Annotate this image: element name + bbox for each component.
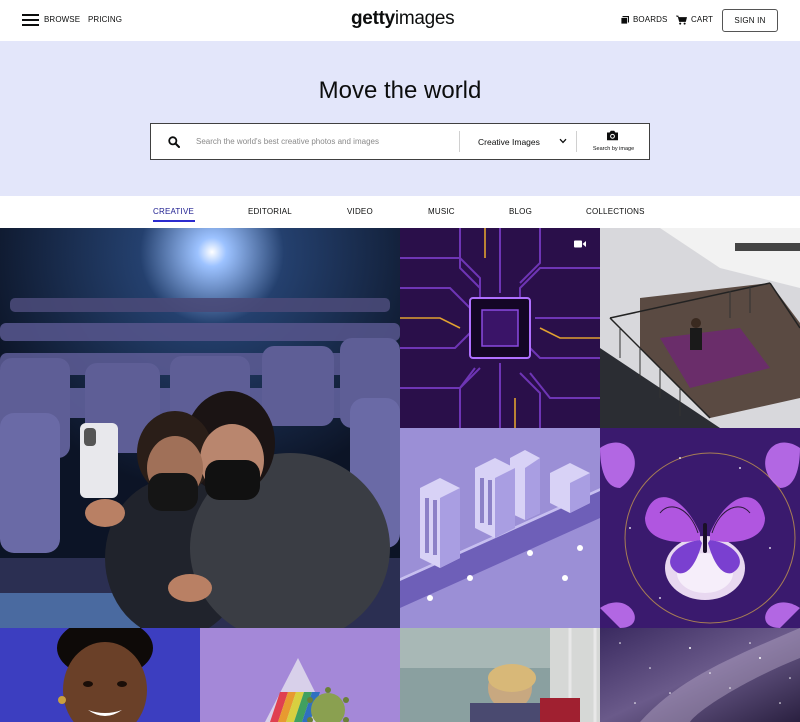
sign-in-button[interactable]: SIGN IN — [722, 9, 778, 32]
tab-creative[interactable]: CREATIVE — [153, 207, 194, 216]
active-tab-indicator — [153, 220, 195, 222]
camera-icon — [607, 130, 618, 141]
browse-link[interactable]: BROWSE — [44, 15, 80, 24]
logo-light-text: images — [394, 8, 455, 29]
search-input[interactable] — [196, 124, 454, 159]
gallery-image-woman-workshop[interactable] — [400, 628, 600, 722]
tab-blog[interactable]: BLOG — [509, 207, 532, 216]
gallery-image-butterfly-cat[interactable] — [600, 428, 800, 628]
search-bar: Creative Images Search by image — [150, 123, 650, 160]
image-type-dropdown[interactable]: Creative Images — [460, 124, 576, 159]
search-icon[interactable] — [168, 136, 180, 148]
gallery-image-portrait-woman[interactable] — [0, 628, 200, 722]
top-navigation-bar: BROWSE PRICING gettyimages BOARDS CART S… — [0, 0, 800, 41]
dropdown-selected-value: Creative Images — [478, 136, 540, 147]
boards-link[interactable]: BOARDS — [633, 15, 667, 24]
hamburger-menu-icon[interactable] — [22, 14, 39, 26]
getty-images-logo[interactable]: gettyimages — [351, 8, 455, 30]
cart-icon[interactable] — [676, 15, 687, 25]
video-camera-icon — [574, 240, 586, 248]
pricing-link[interactable]: PRICING — [88, 15, 122, 24]
gallery-image-circuit-board[interactable] — [400, 228, 600, 428]
boards-icon[interactable] — [621, 16, 629, 24]
cart-link[interactable]: CART — [691, 15, 713, 24]
logo-bold-text: getty — [351, 8, 395, 29]
search-by-image-button[interactable]: Search by image — [577, 124, 650, 159]
tab-collections[interactable]: COLLECTIONS — [586, 207, 645, 216]
gallery-image-milky-way[interactable] — [600, 628, 800, 722]
tab-editorial[interactable]: EDITORIAL — [248, 207, 292, 216]
gallery-image-isometric-city[interactable] — [400, 428, 600, 628]
hero-banner: Move the world Creative Images Search by… — [0, 41, 800, 196]
tab-music[interactable]: MUSIC — [428, 207, 455, 216]
gallery-image-prism-virus[interactable] — [200, 628, 400, 722]
hero-title: Move the world — [318, 77, 482, 104]
content-type-tabs: CREATIVE EDITORIAL VIDEO MUSIC BLOG COLL… — [0, 196, 800, 228]
chevron-down-icon — [559, 138, 567, 144]
gallery-image-cinema-selfie[interactable] — [0, 228, 400, 628]
gallery-image-balcony-yoga[interactable] — [600, 228, 800, 428]
search-by-image-label: Search by image — [592, 146, 635, 152]
tab-video[interactable]: VIDEO — [347, 207, 373, 216]
